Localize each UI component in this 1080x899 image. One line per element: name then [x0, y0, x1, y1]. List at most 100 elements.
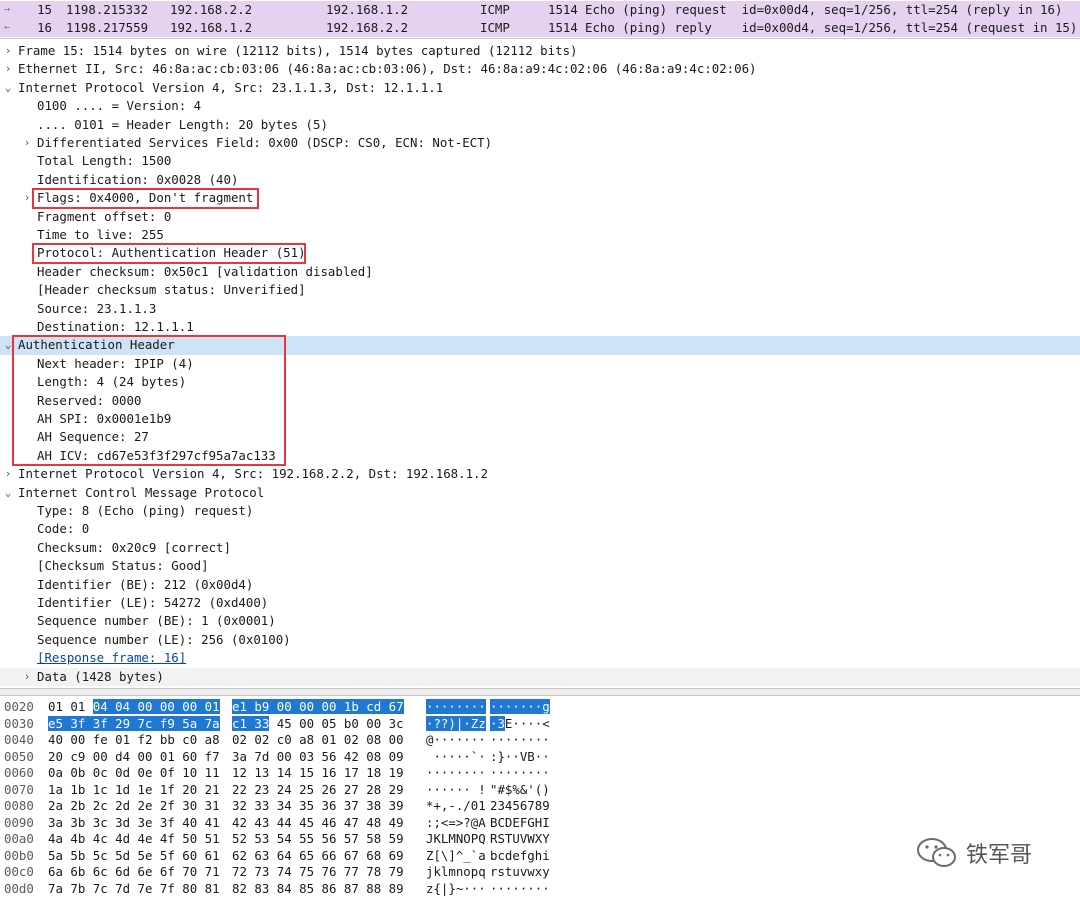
packet-row[interactable]: ← 16 1198.217559 192.168.1.2 192.168.2.2 ICMP…: [0, 19, 1080, 37]
tree-row[interactable]: [Header checksum status: Unverified]: [0, 281, 1080, 299]
hex-bytes-left-text: 01 01: [48, 699, 93, 714]
hex-bytes-right: 32 33 34 35 36 37 38 39: [232, 798, 404, 815]
tree-row-label: .... 0101 = Header Length: 20 bytes (5): [37, 116, 328, 132]
expand-arrow-icon[interactable]: ›: [21, 134, 33, 152]
tree-row[interactable]: › Ethernet II, Src: 46:8a:ac:cb:03:06 (46…: [0, 60, 1080, 78]
ascii-right: ·······g: [490, 699, 550, 716]
collapse-arrow-icon[interactable]: ⌄: [2, 484, 14, 502]
hex-bytes-left-selected: 04 04 00 00 00 01: [92, 699, 220, 714]
tree-row-label: Time to live: 255: [37, 227, 164, 242]
hex-offset: 0040: [4, 732, 34, 747]
hex-offset: 00a0: [4, 831, 34, 846]
tree-row[interactable]: [Response frame: 16]: [0, 649, 1080, 667]
hex-bytes-right: 22 23 24 25 26 27 28 29: [232, 782, 404, 799]
tree-row[interactable]: ⌄ Internet Protocol Version 4, Src: 23.1.…: [0, 79, 1080, 97]
tree-row[interactable]: Destination: 12.1.1.1: [0, 318, 1080, 336]
tree-row[interactable]: ⌄ Internet Control Message Protocol: [0, 484, 1080, 502]
hex-row[interactable]: 0050 20 c9 00 d4 00 01 60 f7 3a 7d 00 03 5…: [0, 749, 1080, 766]
tree-row-label: Header checksum: 0x50c1 [validation disa…: [37, 263, 373, 279]
expand-arrow-icon[interactable]: ›: [2, 42, 14, 60]
ascii-right-selected: ·3: [490, 715, 505, 731]
hex-offset: 00d0: [4, 880, 34, 896]
hex-bytes-left-text: 0a 0b 0c 0d 0e 0f 10 11: [48, 765, 220, 780]
tree-row[interactable]: › Differentiated Services Field: 0x00 (DS…: [0, 134, 1080, 152]
hex-bytes-left: 01 01 04 04 00 00 00 01: [48, 699, 220, 716]
tree-row[interactable]: Code: 0: [0, 520, 1080, 538]
expand-arrow-icon[interactable]: ›: [2, 60, 14, 78]
tree-row[interactable]: Reserved: 0000: [0, 392, 1080, 410]
tree-row[interactable]: Sequence number (LE): 256 (0x0100): [0, 631, 1080, 649]
tree-row-label: Reserved: 0000: [37, 392, 142, 408]
ascii-right: bcdefghi: [490, 848, 550, 865]
hex-offset: 0060: [4, 765, 34, 780]
pkt-info: Echo (ping) request id=0x00d4, seq=1/256…: [585, 2, 1063, 17]
tree-row[interactable]: Identification: 0x0028 (40): [0, 171, 1080, 189]
ascii-right: rstuvwxy: [490, 864, 550, 881]
ascii-left-text: *+,-./01: [426, 798, 486, 813]
hex-row[interactable]: 00d0 7a 7b 7c 7d 7e 7f 80 81 82 83 84 85 8…: [0, 881, 1080, 898]
tree-row[interactable]: AH Sequence: 27: [0, 428, 1080, 446]
ascii-right: 23456789: [490, 798, 550, 815]
tree-row[interactable]: › Flags: 0x4000, Don't fragment: [0, 189, 1080, 207]
tree-row[interactable]: Identifier (LE): 54272 (0xd400): [0, 594, 1080, 612]
tree-row[interactable]: Length: 4 (24 bytes): [0, 373, 1080, 391]
hex-row[interactable]: 0020 01 01 04 04 00 00 00 01 e1 b9 00 00 0…: [0, 699, 1080, 716]
hex-row[interactable]: 0090 3a 3b 3c 3d 3e 3f 40 41 42 43 44 45 4…: [0, 815, 1080, 832]
ascii-right-selected: ·······g: [490, 699, 550, 714]
tree-row[interactable]: ⌄ Authentication Header: [0, 336, 1080, 355]
ascii-left: *+,-./01: [426, 798, 486, 815]
tree-row[interactable]: .... 0101 = Header Length: 20 bytes (5): [0, 116, 1080, 134]
tree-row-label: Data (1428 bytes): [37, 668, 164, 684]
ascii-left-text: JKLMNOPQ: [426, 831, 486, 846]
collapse-arrow-icon[interactable]: ⌄: [2, 336, 14, 354]
tree-row-label: Checksum: 0x20c9 [correct]: [37, 539, 231, 555]
hex-offset: 0090: [4, 814, 34, 830]
ascii-right: :}··VB··: [490, 749, 550, 766]
tree-row-label: Fragment offset: 0: [37, 208, 172, 224]
tree-row-label: Internet Protocol Version 4, Src: 192.16…: [18, 466, 488, 482]
hex-row[interactable]: 0040 40 00 fe 01 f2 bb c0 a8 02 02 c0 a8 0…: [0, 732, 1080, 749]
tree-row[interactable]: Source: 23.1.1.3: [0, 300, 1080, 318]
tree-row[interactable]: 0100 .... = Version: 4: [0, 97, 1080, 115]
packet-row[interactable]: → 15 1198.215332 192.168.2.2 192.168.1.2 ICMP…: [0, 1, 1080, 19]
pane-splitter[interactable]: [0, 688, 1080, 696]
hex-bytes-left: 2a 2b 2c 2d 2e 2f 30 31: [48, 798, 220, 815]
tree-row[interactable]: › Internet Protocol Version 4, Src: 192.1…: [0, 465, 1080, 483]
tree-row[interactable]: AH SPI: 0x0001e1b9: [0, 410, 1080, 428]
tree-row-label: Internet Protocol Version 4, Src: 23.1.1…: [18, 79, 444, 95]
tree-row[interactable]: Identifier (BE): 212 (0x00d4): [0, 576, 1080, 594]
tree-row[interactable]: Fragment offset: 0: [0, 208, 1080, 226]
tree-row-label: Sequence number (BE): 1 (0x0001): [37, 613, 276, 629]
hex-bytes-right: 62 63 64 65 66 67 68 69: [232, 848, 404, 865]
tree-row[interactable]: › Frame 15: 1514 bytes on wire (12112 bit…: [0, 42, 1080, 60]
tree-row[interactable]: Sequence number (BE): 1 (0x0001): [0, 612, 1080, 630]
ascii-right-text: bcdefghi: [490, 847, 550, 863]
expand-arrow-icon[interactable]: ›: [21, 189, 33, 207]
expand-arrow-icon[interactable]: ›: [21, 668, 33, 686]
tree-row[interactable]: Total Length: 1500: [0, 152, 1080, 170]
tree-row[interactable]: AH ICV: cd67e53f3f297cf95a7ac133: [0, 447, 1080, 465]
hex-bytes-right-text: 3a 7d 00 03 56 42 08 09: [232, 748, 404, 764]
tree-row[interactable]: Next header: IPIP (4): [0, 355, 1080, 373]
tree-row[interactable]: Checksum: 0x20c9 [correct]: [0, 539, 1080, 557]
collapse-arrow-icon[interactable]: ⌄: [2, 79, 14, 97]
tree-row[interactable]: › Data (1428 bytes): [0, 667, 1080, 686]
tree-row-label: [Checksum Status: Good]: [37, 558, 209, 574]
ascii-right: ········: [490, 765, 550, 782]
tree-row[interactable]: Header checksum: 0x50c1 [validation disa…: [0, 263, 1080, 281]
ascii-left-text: @·······: [426, 732, 486, 747]
tree-row[interactable]: [Checksum Status: Good]: [0, 557, 1080, 575]
hex-row[interactable]: 0060 0a 0b 0c 0d 0e 0f 10 11 12 13 14 15 1…: [0, 765, 1080, 782]
ascii-right-text: "#$%&'(): [490, 781, 550, 797]
ascii-left: ········: [426, 765, 486, 782]
tree-row[interactable]: Type: 8 (Echo (ping) request): [0, 502, 1080, 520]
tree-row[interactable]: Time to live: 255: [0, 226, 1080, 244]
hex-row[interactable]: 0030 e5 3f 3f 29 7c f9 5a 7a c1 33 45 00 0…: [0, 715, 1080, 733]
hex-row[interactable]: 0070 1a 1b 1c 1d 1e 1f 20 21 22 23 24 25 2…: [0, 782, 1080, 799]
hex-offset: 0020: [4, 699, 34, 714]
expand-arrow-icon[interactable]: ›: [2, 465, 14, 483]
response-frame-link[interactable]: [Response frame: 16]: [37, 649, 186, 667]
hex-row[interactable]: 0080 2a 2b 2c 2d 2e 2f 30 31 32 33 34 35 3…: [0, 798, 1080, 815]
ascii-right-text: rstuvwxy: [490, 864, 550, 879]
tree-row[interactable]: Protocol: Authentication Header (51): [0, 244, 1080, 262]
